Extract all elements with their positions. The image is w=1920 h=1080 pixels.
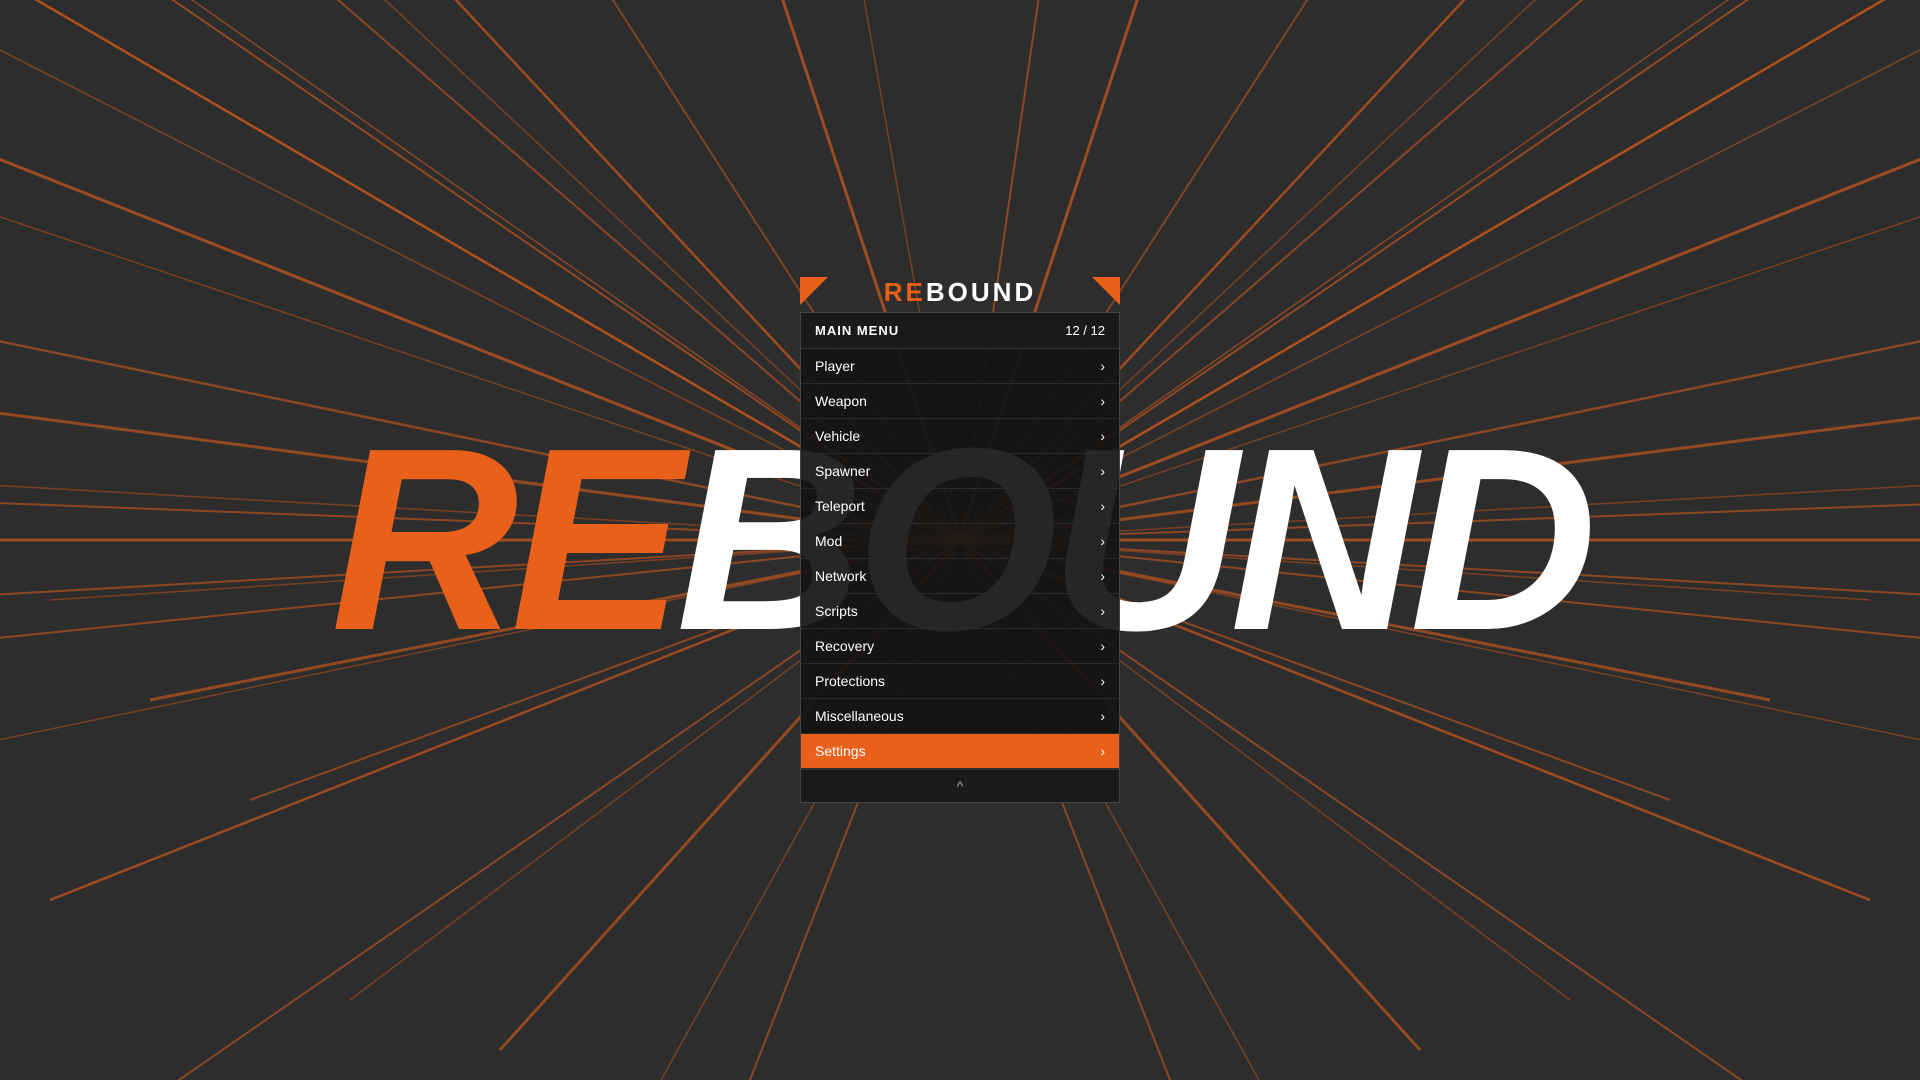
menu-item-label: Weapon — [815, 393, 867, 409]
logo-area: REBOUND — [800, 277, 1120, 312]
menu-item-arrow-icon: › — [1100, 708, 1105, 724]
menu-item-vehicle[interactable]: Vehicle › — [801, 419, 1119, 454]
menu-item-arrow-icon: › — [1100, 463, 1105, 479]
menu-item-teleport[interactable]: Teleport › — [801, 489, 1119, 524]
menu-item-label: Vehicle — [815, 428, 860, 444]
menu-item-label: Mod — [815, 533, 842, 549]
corner-accent-top-right — [1092, 277, 1120, 305]
menu-item-label: Network — [815, 568, 866, 584]
menu-item-network[interactable]: Network › — [801, 559, 1119, 594]
menu-count: 12 / 12 — [1065, 323, 1105, 338]
menu-item-arrow-icon: › — [1100, 358, 1105, 374]
menu-item-scripts[interactable]: Scripts › — [801, 594, 1119, 629]
menu-item-label: Miscellaneous — [815, 708, 904, 724]
logo: REBOUND — [884, 269, 1036, 311]
menu-item-label: Protections — [815, 673, 885, 689]
menu-item-player[interactable]: Player › — [801, 349, 1119, 384]
corner-accent-top-left — [800, 277, 828, 305]
menu-item-arrow-icon: › — [1100, 533, 1105, 549]
logo-re: RE — [884, 277, 926, 307]
menu-item-arrow-icon: › — [1100, 638, 1105, 654]
menu-panel: MAIN MENU 12 / 12 Player › Weapon › Vehicle ›… — [800, 312, 1120, 803]
menu-item-label: Recovery — [815, 638, 874, 654]
menu-item-mod[interactable]: Mod › — [801, 524, 1119, 559]
menu-item-settings[interactable]: Settings › — [801, 734, 1119, 769]
menu-item-protections[interactable]: Protections › — [801, 664, 1119, 699]
menu-item-spawner[interactable]: Spawner › — [801, 454, 1119, 489]
menu-item-label: Settings — [815, 743, 866, 759]
menu-item-arrow-icon: › — [1100, 568, 1105, 584]
menu-item-weapon[interactable]: Weapon › — [801, 384, 1119, 419]
menu-item-label: Teleport — [815, 498, 865, 514]
menu-item-miscellaneous[interactable]: Miscellaneous › — [801, 699, 1119, 734]
menu-item-label: Spawner — [815, 463, 870, 479]
menu-item-arrow-icon: › — [1100, 393, 1105, 409]
menu-item-arrow-icon: › — [1100, 673, 1105, 689]
menu-item-label: Player — [815, 358, 855, 374]
scroll-up-chevron[interactable]: ^ — [957, 778, 964, 794]
menu-header: MAIN MENU 12 / 12 — [801, 313, 1119, 349]
menu-item-arrow-icon: › — [1100, 603, 1105, 619]
menu-item-recovery[interactable]: Recovery › — [801, 629, 1119, 664]
menu-items-list: Player›Weapon›Vehicle›Spawner›Teleport›M… — [801, 349, 1119, 769]
menu-footer: ^ — [801, 769, 1119, 802]
menu-title: MAIN MENU — [815, 323, 899, 338]
menu-item-arrow-icon: › — [1100, 498, 1105, 514]
menu-item-arrow-icon: › — [1100, 743, 1105, 759]
menu-container: REBOUND MAIN MENU 12 / 12 Player › Weapon ›… — [800, 277, 1120, 803]
menu-item-label: Scripts — [815, 603, 858, 619]
menu-item-arrow-icon: › — [1100, 428, 1105, 444]
logo-bound: BOUND — [926, 277, 1036, 307]
